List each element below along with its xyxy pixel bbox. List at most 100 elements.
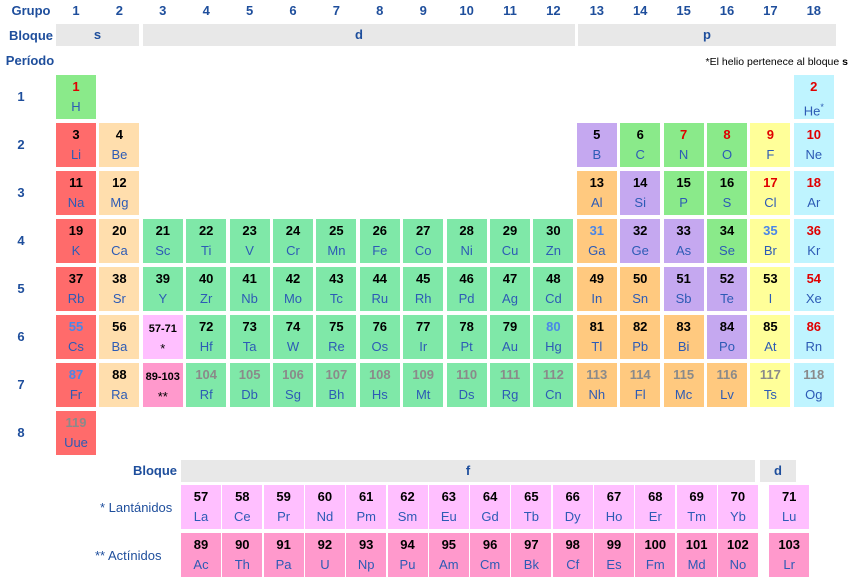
element-cell[interactable]: 119 Uue bbox=[56, 411, 96, 455]
element-cell[interactable]: 81 Tl bbox=[576, 315, 617, 359]
element-cell[interactable]: 94 Pu bbox=[387, 533, 428, 577]
element-cell[interactable]: 37 Rb bbox=[56, 267, 96, 311]
element-cell[interactable]: 31 Ga bbox=[576, 219, 617, 263]
element-cell[interactable]: 50 Sn bbox=[620, 267, 661, 311]
element-cell[interactable]: 75 Re bbox=[316, 315, 357, 359]
element-cell[interactable]: 69 Tm bbox=[676, 485, 717, 529]
element-cell[interactable]: 16 S bbox=[707, 171, 747, 215]
element-cell[interactable]: 45 Rh bbox=[403, 267, 444, 311]
element-cell[interactable]: 21 Sc bbox=[142, 219, 183, 263]
element-cell[interactable]: 61 Pm bbox=[346, 485, 387, 529]
element-cell[interactable]: 67 Ho bbox=[594, 485, 634, 529]
element-cell[interactable]: 108 Hs bbox=[359, 363, 400, 407]
element-cell[interactable]: 6C bbox=[620, 123, 661, 167]
element-cell[interactable]: 93 Np bbox=[346, 533, 387, 577]
element-cell[interactable]: 32 Ge bbox=[620, 219, 661, 263]
element-cell[interactable]: 100 Fm bbox=[635, 533, 676, 577]
element-cell[interactable]: 28 Ni bbox=[446, 219, 487, 263]
element-cell[interactable]: 54 Xe bbox=[793, 267, 834, 311]
element-cell[interactable]: 55 Cs bbox=[56, 315, 96, 359]
element-cell[interactable]: 83 Bi bbox=[663, 315, 704, 359]
element-cell[interactable]: 8O bbox=[707, 123, 747, 167]
element-cell[interactable]: 34 Se bbox=[707, 219, 747, 263]
element-cell[interactable]: 39 Y bbox=[142, 267, 183, 311]
element-cell[interactable]: 97 Bk bbox=[511, 533, 552, 577]
element-cell[interactable]: 20 Ca bbox=[99, 219, 140, 263]
element-cell[interactable]: 41 Nb bbox=[229, 267, 270, 311]
element-cell[interactable]: 64 Gd bbox=[470, 485, 511, 529]
element-cell[interactable]: 15 P bbox=[663, 171, 704, 215]
element-cell[interactable]: 35 Br bbox=[750, 219, 791, 263]
element-cell[interactable]: 9F bbox=[750, 123, 791, 167]
series-placeholder-cell[interactable]: 57-71 * bbox=[142, 315, 183, 359]
element-cell[interactable]: 77 Ir bbox=[403, 315, 444, 359]
element-cell[interactable]: 90 Th bbox=[222, 533, 263, 577]
element-cell[interactable]: 96 Cm bbox=[470, 533, 511, 577]
element-cell[interactable]: 117 Ts bbox=[750, 363, 791, 407]
element-cell[interactable]: 36 Kr bbox=[793, 219, 834, 263]
element-cell[interactable]: 38 Sr bbox=[99, 267, 140, 311]
element-cell[interactable]: 18 Ar bbox=[793, 171, 834, 215]
element-cell[interactable]: 78 Pt bbox=[446, 315, 487, 359]
element-cell[interactable]: 17 Cl bbox=[750, 171, 791, 215]
element-cell[interactable]: 11 Na bbox=[56, 171, 96, 215]
element-cell[interactable]: 60 Nd bbox=[304, 485, 345, 529]
element-cell[interactable]: 113 Nh bbox=[576, 363, 617, 407]
element-cell[interactable]: 111 Rg bbox=[490, 363, 530, 407]
element-cell[interactable]: 95 Am bbox=[428, 533, 469, 577]
element-cell[interactable]: 27 Co bbox=[403, 219, 444, 263]
element-cell[interactable]: 74 W bbox=[273, 315, 313, 359]
element-cell[interactable]: 70 Yb bbox=[717, 485, 758, 529]
element-cell[interactable]: 84 Po bbox=[707, 315, 747, 359]
element-cell[interactable]: 12 Mg bbox=[99, 171, 140, 215]
element-cell[interactable]: 106 Sg bbox=[273, 363, 313, 407]
element-cell[interactable]: 116 Lv bbox=[707, 363, 747, 407]
element-cell[interactable]: 65 Tb bbox=[511, 485, 552, 529]
element-cell[interactable]: 76 Os bbox=[359, 315, 400, 359]
element-cell[interactable]: 107 Bh bbox=[316, 363, 357, 407]
element-cell[interactable]: 62 Sm bbox=[387, 485, 428, 529]
element-cell[interactable]: 52 Te bbox=[707, 267, 747, 311]
element-cell[interactable]: 101 Md bbox=[676, 533, 717, 577]
element-cell[interactable]: 56 Ba bbox=[99, 315, 140, 359]
element-cell[interactable]: 86 Rn bbox=[793, 315, 834, 359]
element-cell[interactable]: 22 Ti bbox=[186, 219, 227, 263]
element-cell[interactable]: 58 Ce bbox=[222, 485, 263, 529]
element-cell[interactable]: 92 U bbox=[304, 533, 345, 577]
element-cell[interactable]: 82 Pb bbox=[620, 315, 661, 359]
element-cell[interactable]: 4 Be bbox=[99, 123, 140, 167]
element-cell[interactable]: 102 No bbox=[717, 533, 758, 577]
element-cell[interactable]: 105 Db bbox=[229, 363, 270, 407]
element-cell[interactable]: 98 Cf bbox=[552, 533, 593, 577]
element-cell[interactable]: 46 Pd bbox=[446, 267, 487, 311]
element-cell[interactable]: 3 Li bbox=[56, 123, 96, 167]
element-cell[interactable]: 13 Al bbox=[576, 171, 617, 215]
element-cell[interactable]: 42 Mo bbox=[273, 267, 313, 311]
element-cell[interactable]: 14 Si bbox=[620, 171, 661, 215]
element-cell[interactable]: 112 Cn bbox=[533, 363, 574, 407]
element-cell[interactable]: 114 Fl bbox=[620, 363, 661, 407]
element-cell[interactable]: 99 Es bbox=[594, 533, 634, 577]
element-cell[interactable]: 80 Hg bbox=[533, 315, 574, 359]
element-cell[interactable]: 33 As bbox=[663, 219, 704, 263]
element-cell[interactable]: 87 Fr bbox=[56, 363, 96, 407]
element-cell[interactable]: 48 Cd bbox=[533, 267, 574, 311]
element-cell[interactable]: 23 V bbox=[229, 219, 270, 263]
element-cell[interactable]: 110 Ds bbox=[446, 363, 487, 407]
element-cell[interactable]: 66 Dy bbox=[552, 485, 593, 529]
element-cell[interactable]: 109 Mt bbox=[403, 363, 444, 407]
element-cell[interactable]: 44 Ru bbox=[359, 267, 400, 311]
element-cell[interactable]: 2 He* bbox=[793, 75, 834, 119]
element-cell[interactable]: 5B bbox=[576, 123, 617, 167]
element-cell[interactable]: 104 Rf bbox=[186, 363, 227, 407]
element-cell[interactable]: 10 Ne bbox=[793, 123, 834, 167]
element-cell[interactable]: 88 Ra bbox=[99, 363, 140, 407]
element-cell[interactable]: 73 Ta bbox=[229, 315, 270, 359]
series-placeholder-cell[interactable]: 89-103 ** bbox=[142, 363, 183, 407]
element-cell[interactable]: 1H bbox=[56, 75, 96, 119]
element-cell[interactable]: 47 Ag bbox=[490, 267, 530, 311]
element-cell[interactable]: 72 Hf bbox=[186, 315, 227, 359]
element-cell[interactable]: 71 Lu bbox=[769, 485, 810, 529]
element-cell[interactable]: 7N bbox=[663, 123, 704, 167]
element-cell[interactable]: 53 I bbox=[750, 267, 791, 311]
